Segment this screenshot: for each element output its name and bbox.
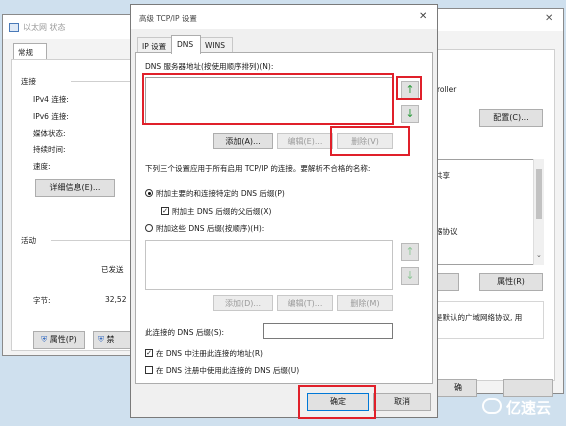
tab-dns-label: DNS (177, 40, 194, 49)
radio-these-suffixes[interactable] (145, 224, 153, 232)
window-titlebar: 以太网 状态 (3, 15, 141, 39)
conn-suffix-input[interactable] (263, 323, 393, 339)
list-item: 器协议 (435, 227, 458, 236)
scrollbar-thumb[interactable] (536, 169, 542, 219)
conn-suffix-label: 此连接的 DNS 后缀(S): (145, 328, 225, 337)
dialog-title: 高级 TCP/IP 设置 (139, 14, 197, 23)
close-icon[interactable]: ✕ (419, 11, 427, 22)
close-icon[interactable]: ✕ (545, 13, 553, 24)
advanced-tcpip-dialog: 高级 TCP/IP 设置 ✕ IP 设置 DNS WINS DNS 服务器地址(… (130, 4, 438, 418)
tab-panel (11, 59, 145, 351)
network-icon (9, 23, 19, 32)
dns-servers-list[interactable] (145, 77, 393, 125)
bytes-label: 字节: (33, 296, 51, 305)
checkbox-register[interactable]: ✓ (145, 349, 153, 357)
cancel-button[interactable]: 取消 (373, 393, 431, 411)
configure-button[interactable]: 配置(C)... (479, 109, 543, 127)
tab-ip-settings[interactable]: IP 设置 (137, 37, 173, 53)
field-media: 媒体状态: (33, 129, 66, 138)
radio-primary-label: 附加主要的和连接特定的 DNS 后缀(P) (156, 189, 285, 198)
description-box: 是默认的广域网络协议, 用 (433, 301, 544, 339)
tab-wins[interactable]: WINS (199, 37, 233, 53)
rules-text: 下列三个设置应用于所有启用 TCP/IP 的连接。要解析不合格的名称: (145, 164, 371, 173)
radio-these-label: 附加这些 DNS 后缀(按顺序)(H): (156, 224, 265, 233)
details-button[interactable]: 详细信息(E)... (35, 179, 115, 197)
checkbox-parent-suffix[interactable]: ✓ (161, 207, 169, 215)
check-icon: ✓ (146, 349, 152, 357)
field-duration: 持续时间: (33, 145, 66, 154)
dialog-titlebar: 高级 TCP/IP 设置 ✕ (131, 5, 437, 29)
shield-icon: ⛨ (41, 335, 48, 344)
description-text: 是默认的广域网络协议, 用 (435, 313, 523, 322)
check-icon: ✓ (162, 207, 168, 215)
watermark-logo: 亿速云 (482, 396, 566, 418)
move-up-button[interactable]: ↑ (401, 81, 419, 99)
checkbox-use-suffix[interactable] (145, 366, 153, 374)
checkbox-use-suffix-label: 在 DNS 注册中使用此连接的 DNS 后缀(U) (156, 366, 300, 375)
tab-ip-settings-label: IP 设置 (142, 42, 167, 51)
dns-suffixes-list[interactable] (145, 240, 393, 290)
edit-suffix-button[interactable]: 编辑(T)... (277, 295, 333, 311)
disable-label: 禁 (106, 335, 115, 344)
checkbox-parent-label: 附加主 DNS 后缀的父后缀(X) (172, 207, 272, 216)
tab-general-label: 常规 (18, 48, 33, 57)
properties-button[interactable]: ⛨ 属性(P) (33, 331, 85, 349)
tab-dns[interactable]: DNS (171, 35, 201, 54)
cloud-icon (482, 398, 502, 414)
suffix-down-button[interactable]: ↓ (401, 267, 419, 285)
field-ipv6: IPv6 连接: (33, 112, 69, 121)
component-properties-button[interactable]: 属性(R) (479, 273, 543, 291)
remove-dns-button[interactable]: 删除(V) (337, 133, 393, 149)
ok-button[interactable]: 确定 (307, 393, 369, 411)
shield-icon: ⛨ (98, 335, 104, 344)
section-connection: 连接 (21, 77, 36, 86)
ok-button-fragment[interactable]: 确 (433, 379, 477, 397)
remove-suffix-button[interactable]: 删除(M) (337, 295, 393, 311)
divider (51, 240, 141, 241)
field-ipv4: IPv4 连接: (33, 95, 69, 104)
field-speed: 速度: (33, 162, 51, 171)
tab-general[interactable]: 常规 (13, 43, 47, 60)
move-down-button[interactable]: ↓ (401, 105, 419, 123)
adapter-properties-window: ✕ roller 配置(C)... 共享 ) 器协议 ) ⌄ 属性(R) 是默认… (432, 8, 564, 397)
cancel-button-fragment[interactable] (503, 379, 553, 397)
radio-primary-suffix[interactable] (145, 189, 153, 197)
dns-servers-label: DNS 服务器地址(按使用顺序排列)(N): (145, 62, 274, 71)
components-list[interactable]: 共享 ) 器协议 ) (433, 159, 543, 265)
section-activity: 活动 (21, 236, 36, 245)
add-suffix-button[interactable]: 添加(D)... (213, 295, 273, 311)
chevron-down-icon[interactable]: ⌄ (536, 251, 542, 259)
sent-label: 已发送 (101, 265, 124, 274)
ethernet-status-window: 以太网 状态 常规 连接 IPv4 连接: IPv6 连接: 媒体状态: 持续时… (2, 14, 145, 356)
window-title: 以太网 状态 (23, 23, 66, 32)
watermark-text: 亿速云 (506, 399, 552, 417)
adapter-name: roller (437, 85, 457, 94)
checkbox-register-label: 在 DNS 中注册此连接的地址(R) (156, 349, 263, 358)
tab-wins-label: WINS (205, 41, 225, 50)
properties-label: 属性(P) (49, 335, 77, 344)
window-titlebar: ✕ (433, 9, 563, 31)
bytes-value: 32,52 (105, 295, 127, 304)
suffix-up-button[interactable]: ↑ (401, 243, 419, 261)
edit-dns-button[interactable]: 编辑(E)... (277, 133, 333, 149)
scrollbar[interactable]: ⌄ (533, 159, 544, 265)
add-dns-button[interactable]: 添加(A)... (213, 133, 273, 149)
